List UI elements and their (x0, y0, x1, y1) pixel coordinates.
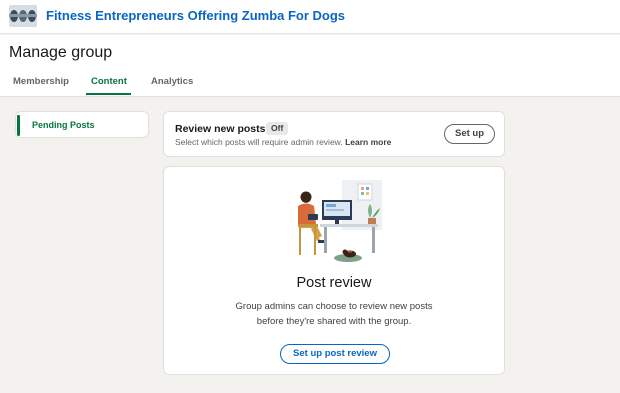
page-title: Manage group (9, 44, 113, 61)
set-up-button[interactable]: Set up (444, 124, 495, 144)
status-badge: Off (266, 122, 289, 135)
sidebar-item-label: Pending Posts (32, 120, 95, 130)
review-settings-title: Review new posts (175, 123, 266, 135)
set-up-post-review-button[interactable]: Set up post review (280, 344, 390, 364)
sidebar-item-pending-posts[interactable]: Pending Posts (16, 112, 148, 137)
post-review-description: Group admins can choose to review new po… (235, 301, 433, 327)
review-settings-card: Review new posts Off Select which posts … (163, 111, 505, 157)
page-header: Manage group Membership Content Analytic… (0, 35, 620, 97)
active-indicator (17, 115, 20, 136)
group-logo-icon[interactable] (9, 5, 37, 27)
sidebar: Pending Posts (15, 111, 149, 138)
learn-more-link[interactable]: Learn more (345, 137, 391, 147)
tab-membership[interactable]: Membership (13, 76, 69, 87)
post-review-card: Post review Group admins can choose to r… (163, 166, 505, 375)
post-review-heading: Post review (296, 275, 372, 291)
tab-analytics[interactable]: Analytics (151, 76, 193, 87)
top-bar: Fitness Entrepreneurs Offering Zumba For… (0, 0, 620, 34)
person-at-desk-illustration (284, 178, 384, 264)
tab-content[interactable]: Content (91, 76, 127, 87)
active-tab-indicator (86, 93, 131, 95)
description-text: Select which posts will require admin re… (175, 137, 343, 147)
group-name-link[interactable]: Fitness Entrepreneurs Offering Zumba For… (46, 8, 345, 23)
review-settings-description: Select which posts will require admin re… (175, 137, 391, 147)
